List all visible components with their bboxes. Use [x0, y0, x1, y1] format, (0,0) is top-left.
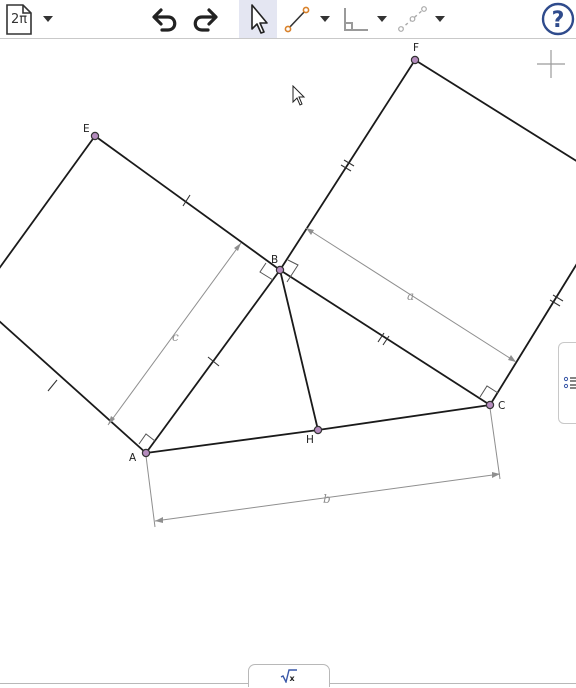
point-label-A: A	[129, 452, 137, 464]
arrowhead-c-top	[234, 243, 241, 251]
point-H[interactable]	[313, 425, 323, 435]
segment-E-left[interactable]	[0, 135, 96, 270]
point-tool-button[interactable]	[395, 0, 429, 38]
point-C[interactable]	[485, 400, 495, 410]
segment-tool-dropdown[interactable]	[318, 0, 332, 38]
construction-svg: c b a A B C H E F	[0, 42, 576, 528]
dimension-b-ext-C	[489, 407, 501, 480]
perpendicular-tool-button[interactable]	[338, 0, 372, 38]
segment-A-H[interactable]	[145, 429, 319, 454]
segment-tool-button[interactable]	[280, 0, 314, 38]
tick-FB-2	[343, 159, 355, 167]
point-tool-dropdown[interactable]	[433, 0, 447, 38]
help-button[interactable]: ?	[541, 0, 575, 38]
add-icon[interactable]	[537, 50, 565, 78]
svg-text:?: ?	[552, 8, 565, 33]
segment-E-B[interactable]	[94, 135, 281, 271]
arrowhead-b-left	[155, 517, 163, 523]
tick-leftA	[47, 379, 58, 392]
dimension-label-b: b	[323, 492, 331, 506]
document-button[interactable]: 2π	[4, 0, 34, 38]
document-menu-dropdown[interactable]	[41, 0, 55, 38]
point-A[interactable]	[141, 448, 151, 458]
mouse-cursor-icon	[292, 85, 306, 106]
point-label-C: C	[498, 400, 505, 412]
undo-button[interactable]	[148, 0, 184, 38]
segment-left-A[interactable]	[0, 320, 147, 454]
algebra-view-icon	[563, 376, 576, 389]
sqrt-x-icon: x	[280, 669, 297, 683]
segment-tool-icon	[284, 6, 310, 33]
point-label-H: H	[306, 434, 314, 446]
chevron-down-icon	[435, 16, 445, 22]
side-panel-toggle[interactable]	[558, 342, 576, 424]
dimension-label-c: c	[172, 330, 179, 344]
move-tool-icon	[251, 4, 268, 34]
segment-B-C[interactable]	[279, 269, 491, 406]
chevron-down-icon	[377, 16, 387, 22]
document-label: 2π	[11, 12, 28, 27]
graphics-view[interactable]: c b a A B C H E F	[0, 39, 576, 684]
svg-text:x: x	[290, 674, 296, 683]
undo-icon	[152, 8, 177, 32]
point-E[interactable]	[90, 131, 100, 141]
redo-icon	[193, 8, 218, 32]
point-label-B: B	[271, 254, 278, 266]
toolbar: 2π ?	[0, 0, 576, 39]
point-label-F: F	[413, 42, 419, 54]
dimension-b-ext-A	[145, 455, 156, 528]
chevron-down-icon	[320, 16, 330, 22]
arrowhead-a-top	[306, 228, 314, 235]
point-tool-icon	[398, 6, 427, 32]
point-F[interactable]	[410, 55, 420, 65]
perpendicular-tool-icon	[344, 8, 368, 31]
perpendicular-tool-dropdown[interactable]	[375, 0, 389, 38]
redo-button[interactable]	[186, 0, 222, 38]
move-tool-button[interactable]	[239, 0, 277, 38]
arrowhead-a-bottom	[508, 355, 516, 362]
chevron-down-icon	[43, 16, 53, 22]
dimension-label-a: a	[407, 289, 414, 303]
point-B[interactable]	[275, 265, 285, 275]
help-icon: ?	[541, 2, 575, 36]
segment-B-H[interactable]	[279, 269, 319, 431]
segment-H-C[interactable]	[317, 404, 491, 431]
point-label-E: E	[83, 123, 90, 135]
